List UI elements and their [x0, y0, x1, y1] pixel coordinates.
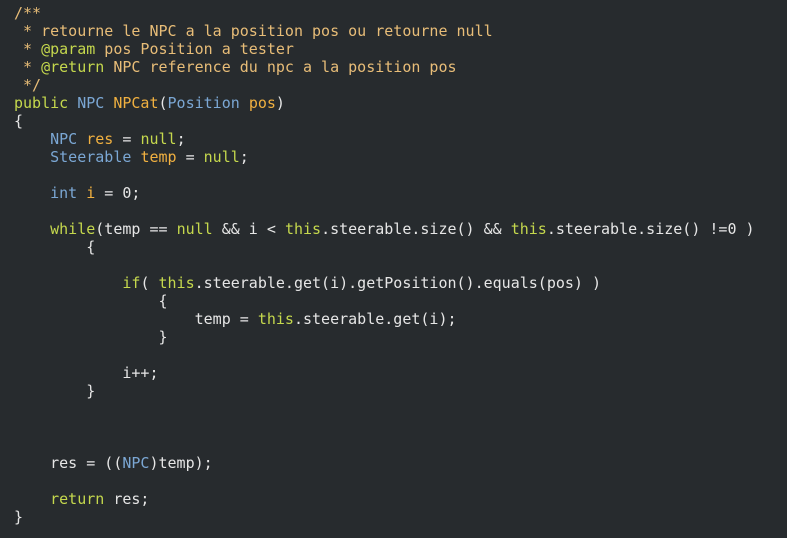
- code-token-default: [14, 148, 50, 166]
- code-token-default: =: [176, 148, 204, 166]
- code-token-default: .steerable.size() &&: [321, 220, 511, 238]
- code-token-variable: temp: [140, 148, 177, 166]
- code-editor[interactable]: /** * retourne le NPC a la position pos …: [0, 0, 787, 538]
- code-token-default: =: [113, 130, 141, 148]
- code-token-default: [77, 130, 86, 148]
- code-token-keyword: null: [140, 130, 177, 148]
- code-line: if( this.steerable.get(i).getPosition().…: [14, 274, 601, 292]
- code-token-default: i++;: [14, 364, 159, 382]
- code-line: * @return NPC reference du npc a la posi…: [14, 58, 457, 76]
- code-token-default: [14, 274, 122, 292]
- code-token-default: (: [140, 274, 159, 292]
- code-token-default: (: [158, 94, 168, 112]
- code-token-comment: NPC reference du npc a la position pos: [104, 58, 457, 76]
- code-token-default: res;: [104, 490, 150, 508]
- code-token-default: }: [14, 508, 24, 526]
- code-token-variable: NPCat: [113, 94, 159, 112]
- code-token-default: ;: [239, 148, 249, 166]
- code-token-comment: * retourne le NPC a la position pos ou r…: [14, 22, 493, 40]
- code-line: public NPC NPCat(Position pos): [14, 94, 285, 112]
- code-token-keyword: this: [284, 220, 322, 238]
- code-line: * retourne le NPC a la position pos ou r…: [14, 22, 493, 40]
- code-token-default: temp =: [14, 310, 258, 328]
- code-token-default: [104, 94, 113, 112]
- code-token-variable: i: [86, 184, 96, 202]
- code-line: {: [14, 112, 23, 130]
- code-token-keyword: @return: [41, 58, 105, 76]
- code-token-default: {: [14, 238, 96, 256]
- code-token-default: .steerable.get(i);: [293, 310, 457, 328]
- code-line: */: [14, 76, 41, 94]
- code-token-type: Position: [167, 94, 240, 112]
- code-token-comment: /**: [14, 4, 42, 22]
- code-line: {: [14, 292, 168, 310]
- code-line: temp = this.steerable.get(i);: [14, 310, 457, 328]
- code-token-type: NPC: [77, 94, 105, 112]
- code-line: }: [14, 328, 168, 346]
- code-token-default: [240, 94, 249, 112]
- code-token-default: res = ((: [14, 454, 123, 472]
- code-token-keyword: this: [158, 274, 195, 292]
- code-token-keyword: null: [203, 148, 240, 166]
- code-token-default: [14, 130, 50, 148]
- code-token-keyword: this: [510, 220, 547, 238]
- code-token-default: = 0;: [95, 184, 141, 202]
- code-line: Steerable temp = null;: [14, 148, 249, 166]
- code-token-keyword: if: [122, 274, 141, 292]
- code-token-comment: *: [14, 40, 42, 58]
- code-token-default: [77, 184, 86, 202]
- code-token-default: .steerable.size() !=0 ): [546, 220, 755, 238]
- code-token-comment: pos Position a tester: [95, 40, 294, 58]
- code-token-keyword: this: [257, 310, 294, 328]
- code-line: while(temp == null && i < this.steerable…: [14, 220, 755, 238]
- code-token-keyword: null: [176, 220, 213, 238]
- code-line: return res;: [14, 490, 149, 508]
- code-token-default: (temp ==: [95, 220, 177, 238]
- code-line: }: [14, 382, 95, 400]
- code-token-type: NPC: [50, 130, 78, 148]
- code-token-default: ): [275, 94, 285, 112]
- code-token-default: }: [14, 382, 96, 400]
- code-token-type: Steerable: [50, 148, 132, 166]
- code-token-default: }: [14, 328, 168, 346]
- code-token-default: && i <: [212, 220, 285, 238]
- code-token-default: [14, 490, 50, 508]
- code-token-type: NPC: [122, 454, 150, 472]
- code-token-variable: res: [86, 130, 114, 148]
- code-token-keyword: return: [50, 490, 105, 508]
- code-token-keyword: public: [14, 94, 69, 112]
- code-line: /**: [14, 4, 41, 22]
- code-token-keyword: @param: [41, 40, 96, 58]
- code-token-comment: *: [14, 58, 42, 76]
- code-token-default: {: [14, 292, 168, 310]
- code-line: int i = 0;: [14, 184, 140, 202]
- code-token-default: )temp);: [149, 454, 213, 472]
- code-token-type: int: [50, 184, 78, 202]
- code-line: res = ((NPC)temp);: [14, 454, 213, 472]
- code-token-default: [68, 94, 77, 112]
- code-token-keyword: while: [50, 220, 96, 238]
- code-line: * @param pos Position a tester: [14, 40, 294, 58]
- code-token-default: {: [14, 112, 24, 130]
- code-line: NPC res = null;: [14, 130, 186, 148]
- code-token-default: [14, 220, 50, 238]
- code-token-variable: pos: [248, 94, 276, 112]
- code-token-default: ;: [176, 130, 186, 148]
- code-token-comment: */: [14, 76, 42, 94]
- code-token-default: .steerable.get(i).getPosition().equals(p…: [194, 274, 602, 292]
- code-line: {: [14, 238, 95, 256]
- code-line: i++;: [14, 364, 159, 382]
- code-token-default: [14, 184, 50, 202]
- code-line: }: [14, 508, 23, 526]
